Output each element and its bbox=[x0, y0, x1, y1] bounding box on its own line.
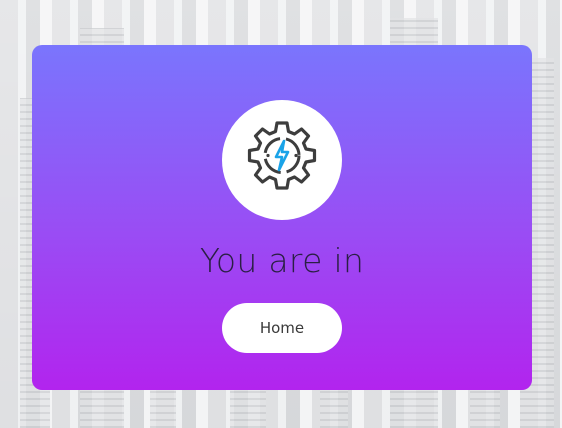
icon-badge bbox=[222, 100, 342, 220]
welcome-card: You are in Home bbox=[32, 45, 532, 390]
page-title: You are in bbox=[199, 241, 365, 280]
home-button[interactable]: Home bbox=[222, 303, 342, 353]
gear-lightning-icon bbox=[241, 117, 323, 204]
